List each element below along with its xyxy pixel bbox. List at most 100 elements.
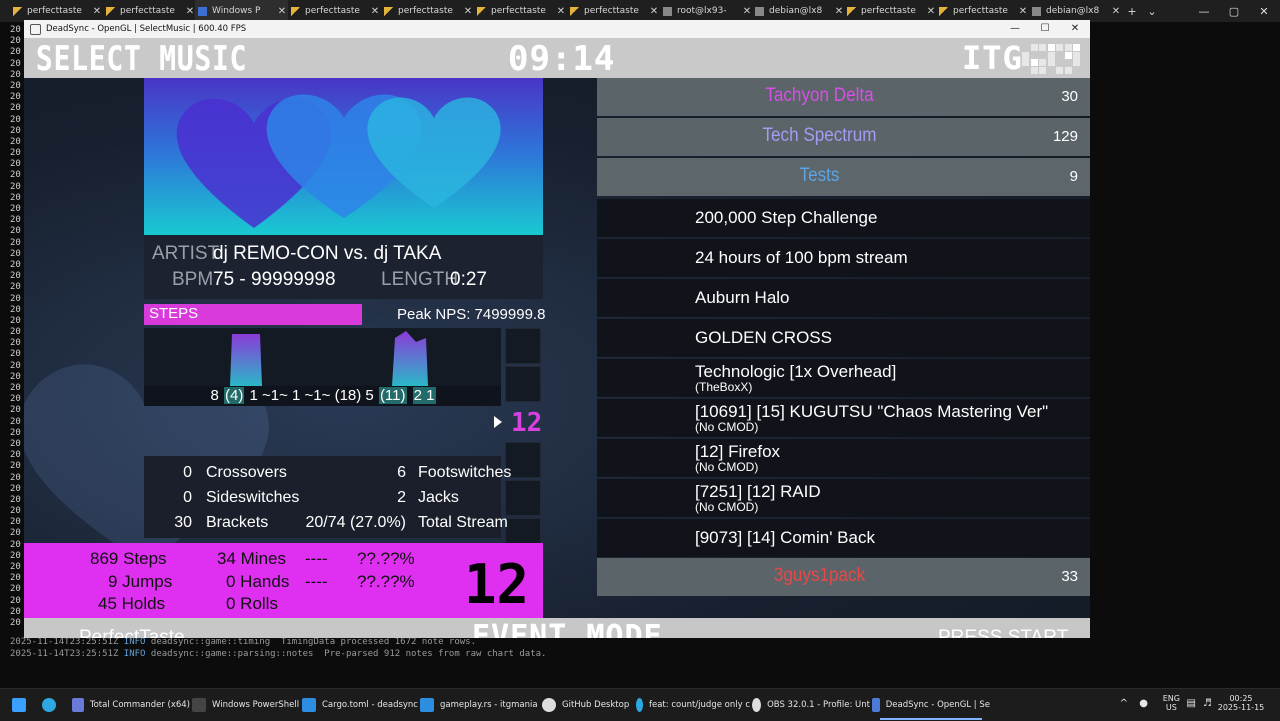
gutter-number: 20 (10, 405, 21, 416)
gutter-number: 20 (10, 204, 21, 214)
window-title: DeadSync - OpenGL | SelectMusic | 600.40… (46, 24, 247, 34)
crossovers-label: Crossovers (206, 464, 287, 481)
gutter-number: 20 (10, 584, 21, 595)
close-icon[interactable]: ✕ (555, 6, 567, 17)
taskbar-item[interactable]: GitHub Desktop (542, 689, 634, 721)
taskbar-item[interactable]: gameplay.rs - itgmania (420, 689, 540, 721)
bpm-value: 75 - 99999998 (213, 269, 336, 290)
browser-tab[interactable]: perfecttaste ✕ (844, 0, 937, 22)
tab-label: perfecttaste (953, 6, 1008, 16)
log-line-1: 2025-11-14T23:25:51Z INFO deadsync::game… (10, 637, 477, 647)
maximize-button[interactable]: ☐ (1030, 20, 1060, 38)
gutter-number: 20 (10, 148, 21, 159)
language-indicator[interactable]: ENG US (1163, 694, 1180, 712)
browser-tab[interactable]: Windows P ✕ (195, 0, 288, 22)
group-song-count: 129 (1052, 128, 1078, 145)
browser-tab[interactable]: debian@lx8 ✕ (1029, 0, 1122, 22)
browser-tab[interactable]: perfecttaste ✕ (936, 0, 1029, 22)
gutter-number: 20 (10, 103, 21, 114)
windows-start-button[interactable] (12, 689, 40, 721)
difficulty-meter-selected[interactable]: 12 (511, 408, 542, 438)
taskbar-item[interactable]: DeadSync - OpenGL | Se (872, 689, 990, 721)
browser-tab[interactable]: perfecttaste ✕ (381, 0, 474, 22)
wheel-song-row[interactable]: [10691] [15] KUGUTSU "Chaos Mastering Ve… (597, 398, 1090, 437)
app-icon (30, 23, 41, 35)
microphone-icon[interactable]: ● (1139, 698, 1148, 709)
tab-dropdown-icon[interactable]: ⌄ (1138, 0, 1166, 22)
close-button[interactable]: ✕ (1060, 20, 1090, 38)
browser-tab[interactable]: perfecttaste ✕ (567, 0, 660, 22)
difficulty-slot[interactable] (505, 480, 541, 516)
wheel-song-row[interactable]: Technologic [1x Overhead] (TheBoxX) (597, 358, 1090, 397)
gutter-number: 20 (10, 58, 21, 69)
gutter-number: 20 (10, 394, 21, 405)
network-icon[interactable]: ▤ (1187, 698, 1196, 709)
wheel-song-row[interactable]: 24 hours of 100 bpm stream (597, 238, 1090, 277)
gutter-number: 20 (10, 472, 21, 483)
window-titlebar[interactable]: DeadSync - OpenGL | SelectMusic | 600.40… (24, 20, 1090, 38)
close-icon[interactable]: ✕ (369, 6, 381, 17)
group-song-count: 33 (1061, 568, 1078, 585)
wheel-group-row[interactable]: Tech Spectrum 129 (597, 118, 1090, 156)
browser-tab[interactable]: perfecttaste ✕ (474, 0, 567, 22)
difficulty-slot[interactable] (505, 366, 541, 402)
browser-tab[interactable]: root@lx93- ✕ (660, 0, 753, 22)
volume-icon[interactable]: ♬ (1203, 698, 1212, 709)
gutter-number: 20 (10, 360, 21, 371)
triangle-icon (939, 6, 948, 16)
wheel-song-row[interactable]: GOLDEN CROSS (597, 318, 1090, 357)
taskbar-item[interactable]: OBS 32.0.1 - Profile: Unt (752, 689, 870, 721)
taskbar-item[interactable]: Windows PowerShell (192, 689, 300, 721)
gutter-number: 20 (10, 136, 21, 147)
wheel-song-row[interactable]: [7251] [12] RAID (No CMOD) (597, 478, 1090, 517)
triangle-icon (570, 6, 579, 16)
jacks-label: Jacks (418, 489, 459, 506)
gutter-number: 20 (10, 259, 21, 270)
tab-label: perfecttaste (27, 6, 82, 16)
wheel-group-row[interactable]: Tachyon Delta 30 (597, 78, 1090, 116)
tab-label: perfecttaste (398, 6, 453, 16)
wheel-song-row[interactable]: 200,000 Step Challenge (597, 198, 1090, 237)
close-icon[interactable]: ✕ (648, 6, 660, 17)
triangle-icon (291, 6, 300, 16)
clock[interactable]: 00:25 2025-11-15 (1216, 694, 1266, 712)
minimize-button[interactable]: — (1190, 0, 1218, 22)
wheel-song-row[interactable]: [12] Firefox (No CMOD) (597, 438, 1090, 477)
game-window[interactable]: DeadSync - OpenGL | SelectMusic | 600.40… (24, 20, 1090, 638)
browser-tab[interactable]: perfecttaste ✕ (288, 0, 381, 22)
browser-tab[interactable]: perfecttaste ✕ (10, 0, 103, 22)
wheel-song-row[interactable]: Auburn Halo (597, 278, 1090, 317)
chevron-up-icon[interactable]: ^ (1120, 698, 1128, 709)
minimize-button[interactable]: — (1000, 20, 1030, 38)
close-icon[interactable]: ✕ (1017, 6, 1029, 17)
taskbar-item[interactable]: feat: count/judge only c (636, 689, 750, 721)
tab-label: root@lx93- (677, 6, 727, 16)
gutter-number: 20 (10, 539, 21, 550)
total-stream-value: 20/74 (27.0%) (305, 514, 406, 531)
maximize-button[interactable]: ▢ (1220, 0, 1248, 22)
edge-button[interactable] (42, 689, 70, 721)
wheel-group-row[interactable]: 3guys1pack 33 (597, 558, 1090, 596)
gutter-number: 20 (10, 304, 21, 315)
close-button[interactable]: ✕ (1250, 0, 1278, 22)
taskbar-item[interactable]: Total Commander (x64) (72, 689, 190, 721)
close-icon[interactable]: ✕ (276, 6, 288, 17)
close-icon[interactable]: ✕ (462, 6, 474, 17)
gutter-number: 20 (10, 562, 21, 572)
gutter-number: 20 (10, 114, 21, 125)
triangle-icon (106, 6, 115, 16)
taskbar-item-label: Windows PowerShell (212, 700, 300, 710)
browser-tab-strip: perfecttaste ✕ perfecttaste ✕ Windows P ✕ perf… (0, 0, 1280, 22)
browser-tab[interactable]: perfecttaste ✕ (103, 0, 196, 22)
wheel-group-row[interactable]: Tests 9 (597, 158, 1090, 196)
browser-tab[interactable]: debian@lx8 ✕ (752, 0, 845, 22)
taskbar-item[interactable]: Cargo.toml - deadsync (302, 689, 418, 721)
difficulty-meter: 12 (464, 553, 530, 616)
wheel-song-row[interactable]: [9073] [14] Comin' Back (597, 518, 1090, 557)
peak-nps: Peak NPS: 7499999.8 (397, 306, 546, 323)
gutter-number: 20 (10, 528, 21, 539)
gutter-number: 20 (10, 25, 21, 35)
close-icon[interactable]: ✕ (91, 6, 103, 17)
difficulty-slot[interactable] (505, 328, 541, 364)
vscode-icon (302, 698, 316, 712)
